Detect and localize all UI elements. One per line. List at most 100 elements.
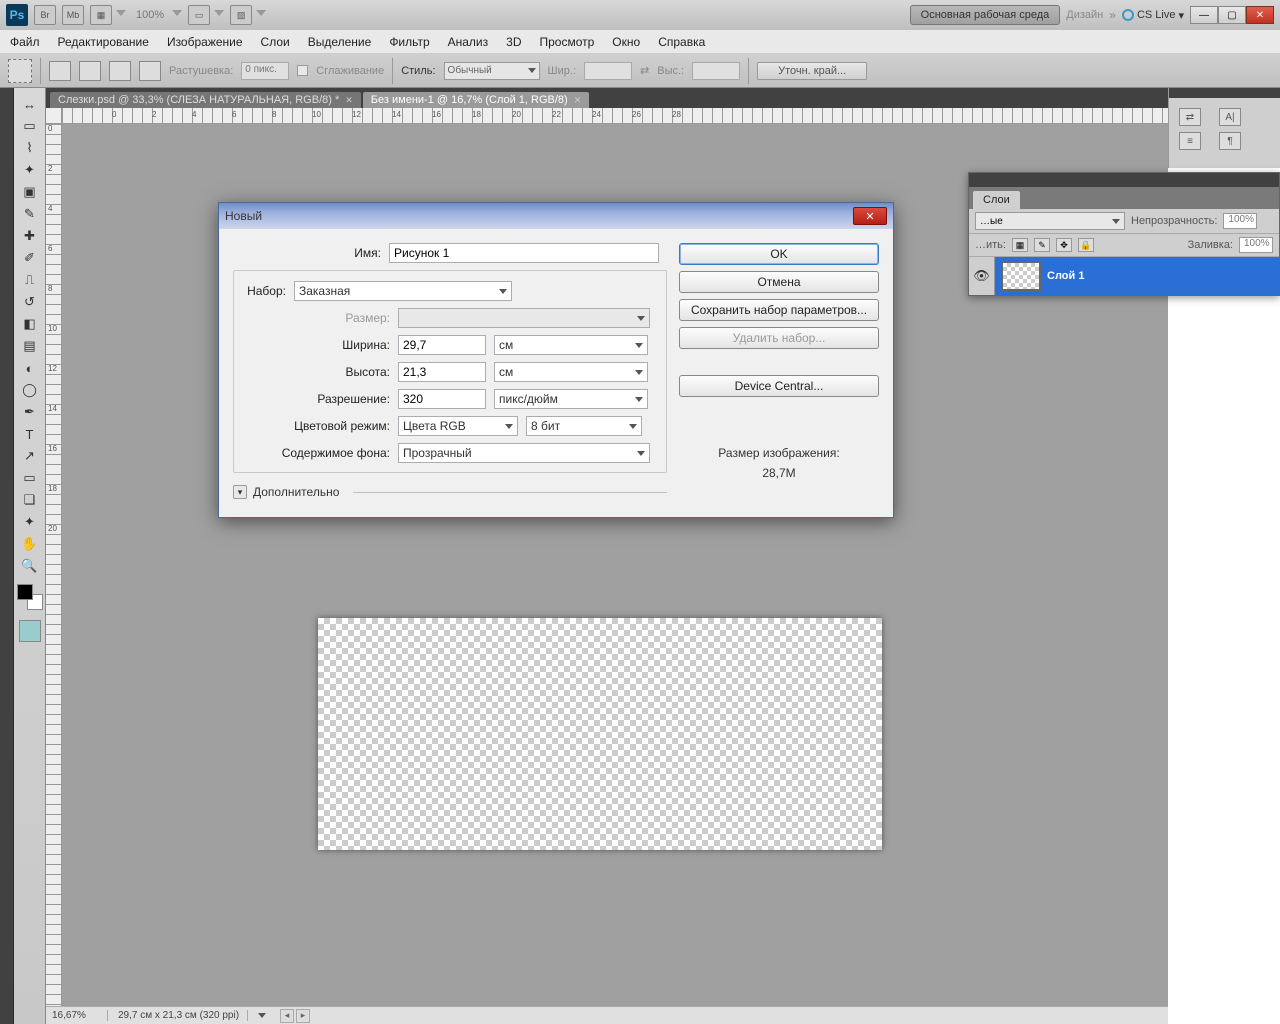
menu-edit[interactable]: Редактирование bbox=[58, 35, 149, 49]
subtract-selection-icon[interactable] bbox=[109, 61, 131, 81]
paragraph-panel-icon[interactable]: ¶ bbox=[1219, 132, 1241, 150]
menu-analysis[interactable]: Анализ bbox=[448, 35, 489, 49]
ruler-vertical[interactable]: 02468101214161820 bbox=[46, 124, 62, 1010]
gradient-tool-icon[interactable]: ▤ bbox=[18, 336, 42, 356]
chevron-right-icon[interactable]: » bbox=[1109, 8, 1116, 22]
chevron-down-icon[interactable] bbox=[258, 1013, 266, 1018]
resolution-input[interactable] bbox=[398, 389, 486, 409]
eyedropper-tool-icon[interactable]: ✎ bbox=[18, 204, 42, 224]
menu-help[interactable]: Справка bbox=[658, 35, 705, 49]
status-dims[interactable]: 29,7 см x 21,3 см (320 ppi) bbox=[118, 1010, 248, 1021]
collapse-bar[interactable] bbox=[1169, 88, 1280, 98]
pen-tool-icon[interactable]: ✒ bbox=[18, 402, 42, 422]
stamp-tool-icon[interactable]: ⎍ bbox=[18, 270, 42, 290]
foreground-color-swatch[interactable] bbox=[17, 584, 33, 600]
history-brush-icon[interactable]: ↺ bbox=[18, 292, 42, 312]
ok-button[interactable]: OK bbox=[679, 243, 879, 265]
maximize-button[interactable]: ▢ bbox=[1218, 6, 1246, 24]
screen-mode-icon[interactable]: ▭ bbox=[188, 5, 210, 25]
extras-icon[interactable]: ▧ bbox=[230, 5, 252, 25]
chevron-down-icon[interactable] bbox=[256, 10, 266, 20]
ruler-horizontal[interactable]: 0246810121416182022242628 bbox=[62, 108, 1168, 124]
type-tool-icon[interactable]: T bbox=[18, 424, 42, 444]
layers-tab[interactable]: Слои bbox=[973, 191, 1020, 209]
bridge-icon[interactable]: Br bbox=[34, 5, 56, 25]
status-zoom[interactable]: 16,67% bbox=[52, 1010, 108, 1021]
height-input[interactable] bbox=[398, 362, 486, 382]
wand-tool-icon[interactable]: ✦ bbox=[18, 160, 42, 180]
feather-input[interactable]: 0 пикс. bbox=[241, 62, 289, 80]
blur-tool-icon[interactable]: ◐ bbox=[18, 358, 42, 378]
layer-name[interactable]: Слой 1 bbox=[1047, 270, 1084, 282]
shape-tool-icon[interactable]: ▭ bbox=[18, 468, 42, 488]
chevron-down-icon[interactable] bbox=[214, 10, 224, 20]
save-preset-button[interactable]: Сохранить набор параметров... bbox=[679, 299, 879, 321]
canvas[interactable] bbox=[318, 618, 882, 850]
width-unit-select[interactable]: см bbox=[494, 335, 648, 355]
lock-position-icon[interactable]: ✥ bbox=[1056, 238, 1072, 252]
device-central-button[interactable]: Device Central... bbox=[679, 375, 879, 397]
lock-pixels-icon[interactable]: ✎ bbox=[1034, 238, 1050, 252]
healing-tool-icon[interactable]: ✚ bbox=[18, 226, 42, 246]
dialog-close-button[interactable]: ✕ bbox=[853, 207, 887, 225]
character-panel-icon[interactable]: A| bbox=[1219, 108, 1241, 126]
current-tool-icon[interactable] bbox=[8, 59, 32, 83]
menu-select[interactable]: Выделение bbox=[308, 35, 372, 49]
scroll-right-icon[interactable]: ▸ bbox=[296, 1009, 310, 1023]
menu-window[interactable]: Окно bbox=[612, 35, 640, 49]
chevron-down-icon[interactable] bbox=[116, 10, 126, 20]
dodge-tool-icon[interactable]: ◯ bbox=[18, 380, 42, 400]
move-tool-icon[interactable]: ↔ bbox=[18, 94, 42, 114]
ruler-origin[interactable] bbox=[46, 108, 62, 124]
resolution-unit-select[interactable]: пикс/дюйм bbox=[494, 389, 648, 409]
menu-image[interactable]: Изображение bbox=[167, 35, 243, 49]
scroll-left-icon[interactable]: ◂ bbox=[280, 1009, 294, 1023]
add-selection-icon[interactable] bbox=[79, 61, 101, 81]
menu-view[interactable]: Просмотр bbox=[539, 35, 594, 49]
menu-filter[interactable]: Фильтр bbox=[389, 35, 429, 49]
lasso-tool-icon[interactable]: ⌇ bbox=[18, 138, 42, 158]
dialog-titlebar[interactable]: Новый ✕ bbox=[219, 203, 893, 229]
layer-thumbnail[interactable] bbox=[1001, 261, 1041, 291]
workspace-main-button[interactable]: Основная рабочая среда bbox=[910, 5, 1061, 25]
preset-select[interactable]: Заказная bbox=[294, 281, 512, 301]
zoom-tool-icon[interactable]: 🔍 bbox=[18, 556, 42, 576]
intersect-selection-icon[interactable] bbox=[139, 61, 161, 81]
name-input[interactable] bbox=[389, 243, 659, 263]
close-button[interactable]: ✕ bbox=[1246, 6, 1274, 24]
menu-3d[interactable]: 3D bbox=[506, 35, 521, 49]
opacity-input[interactable]: 100% bbox=[1223, 213, 1257, 229]
lock-transparent-icon[interactable]: ▦ bbox=[1012, 238, 1028, 252]
document-tab[interactable]: Слезки.psd @ 33,3% (СЛЕЗА НАТУРАЛЬНАЯ, R… bbox=[50, 92, 361, 108]
brush-tool-icon[interactable]: ✐ bbox=[18, 248, 42, 268]
panel-grip[interactable] bbox=[969, 173, 1279, 187]
blend-mode-select[interactable]: …ые bbox=[975, 212, 1125, 230]
chevron-down-icon[interactable]: ▾ bbox=[233, 485, 247, 499]
visibility-icon[interactable]: 👁 bbox=[969, 257, 995, 295]
minimize-button[interactable]: — bbox=[1190, 6, 1218, 24]
crop-tool-icon[interactable]: ▣ bbox=[18, 182, 42, 202]
refine-edge-button[interactable]: Уточн. край... bbox=[757, 62, 867, 80]
chevron-down-icon[interactable] bbox=[172, 10, 182, 20]
lock-all-icon[interactable]: 🔒 bbox=[1078, 238, 1094, 252]
close-icon[interactable]: ✕ bbox=[345, 95, 353, 106]
advanced-toggle[interactable]: ▾ Дополнительно bbox=[233, 485, 667, 499]
path-tool-icon[interactable]: ↗ bbox=[18, 446, 42, 466]
bit-depth-select[interactable]: 8 бит bbox=[526, 416, 642, 436]
adjust-panel-icon[interactable]: ⇄ bbox=[1179, 108, 1201, 126]
hand-tool-icon[interactable]: ✋ bbox=[18, 534, 42, 554]
fill-input[interactable]: 100% bbox=[1239, 237, 1273, 253]
width-input[interactable] bbox=[398, 335, 486, 355]
marquee-tool-icon[interactable]: ▭ bbox=[18, 116, 42, 136]
color-mode-select[interactable]: Цвета RGB bbox=[398, 416, 518, 436]
minibridge-icon[interactable]: Mb bbox=[62, 5, 84, 25]
cs-live-button[interactable]: CS Live ▾ bbox=[1122, 9, 1184, 22]
3d-cam-icon[interactable]: ✦ bbox=[18, 512, 42, 532]
document-tab[interactable]: Без имени-1 @ 16,7% (Слой 1, RGB/8)✕ bbox=[363, 92, 589, 108]
cancel-button[interactable]: Отмена bbox=[679, 271, 879, 293]
eraser-tool-icon[interactable]: ◧ bbox=[18, 314, 42, 334]
workspace-design-label[interactable]: Дизайн bbox=[1066, 9, 1103, 21]
style-select[interactable]: Обычный bbox=[444, 62, 540, 80]
background-select[interactable]: Прозрачный bbox=[398, 443, 650, 463]
arrange-docs-icon[interactable]: ▦ bbox=[90, 5, 112, 25]
